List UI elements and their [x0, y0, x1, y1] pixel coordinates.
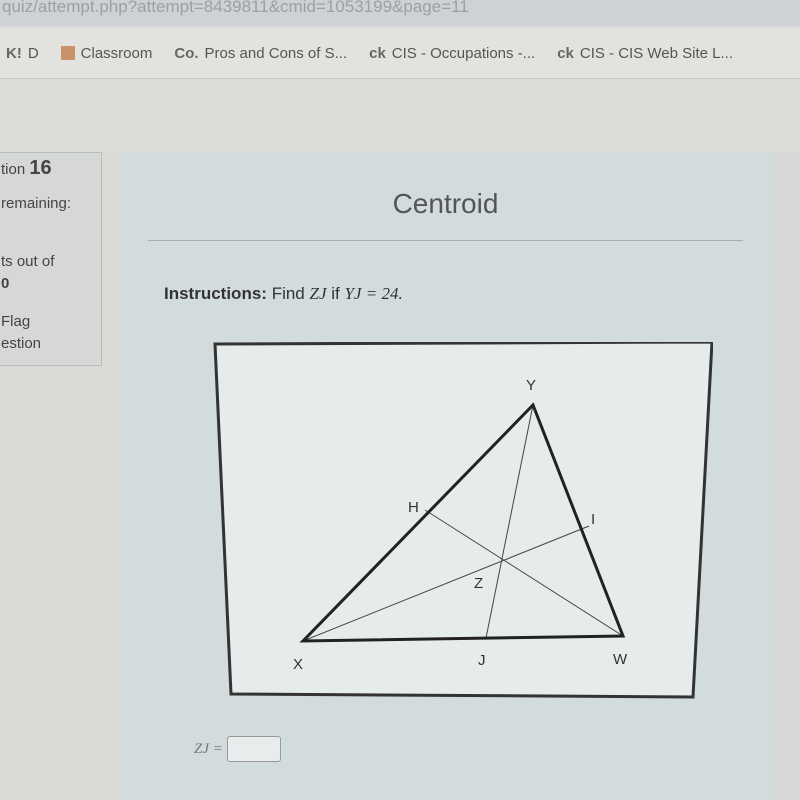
instructions-text: Find: [271, 284, 305, 303]
bookmark-cis-web[interactable]: ck CIS - CIS Web Site L...: [557, 45, 733, 62]
points-value: 0: [1, 275, 10, 292]
math-var: ZJ: [309, 284, 327, 303]
instructions-if: if: [331, 284, 340, 303]
page-gap: [0, 79, 800, 151]
question-info: tion 16 remaining: ts out of 0 Flag esti…: [0, 152, 102, 366]
classroom-icon: [60, 46, 75, 60]
bookmark-classroom[interactable]: Classroom: [60, 44, 153, 62]
label-z: Z: [474, 575, 483, 592]
bookmark-label: Pros and Cons of S...: [204, 44, 348, 62]
bookmark-label: CIS - Occupations -...: [391, 44, 536, 62]
bookmark-label: D: [27, 44, 39, 62]
figure-frame: [213, 342, 713, 699]
answer-label: ZJ =: [194, 740, 223, 757]
label-h: H: [408, 499, 419, 516]
time-remaining: remaining:: [1, 195, 72, 212]
bookmark-label: Classroom: [80, 44, 153, 62]
co-icon: Co.: [174, 44, 199, 62]
math-expr: YJ = 24.: [344, 284, 403, 303]
ck-icon: ck: [557, 44, 574, 62]
bookmarks-bar: K! D Classroom Co. Pros and Cons of S... c…: [0, 28, 800, 79]
answer-row: ZJ =: [194, 736, 281, 762]
label-x: X: [293, 656, 303, 673]
label-i: I: [591, 511, 595, 528]
question-number: 16: [29, 157, 52, 179]
label-j: J: [478, 652, 486, 669]
answer-input[interactable]: [226, 736, 281, 762]
question-panel: Centroid Instructions: Find ZJ if YJ = 2…: [118, 152, 773, 800]
label-w: W: [613, 651, 628, 668]
instructions: Instructions: Find ZJ if YJ = 24.: [164, 284, 403, 304]
flag-question[interactable]: Flag: [1, 313, 30, 330]
bookmark-kahoot[interactable]: K! D: [6, 45, 39, 62]
divider: [148, 240, 743, 241]
right-margin: [773, 152, 800, 800]
points-label: ts out of: [1, 253, 55, 270]
address-bar[interactable]: quiz/attempt.php?attempt=8439811&cmid=10…: [0, 0, 800, 26]
label-y: Y: [526, 377, 536, 394]
flag-question-label[interactable]: estion: [1, 335, 41, 352]
kahoot-icon: K!: [6, 44, 22, 62]
bookmark-cis-occupations[interactable]: ck CIS - Occupations -...: [369, 45, 535, 62]
question-title: Centroid: [392, 188, 499, 219]
bookmark-pros-cons[interactable]: Co. Pros and Cons of S...: [174, 45, 347, 62]
triangle-figure: Y H I Z X J W: [213, 342, 713, 699]
instructions-label: Instructions:: [164, 284, 267, 303]
bookmark-label: CIS - CIS Web Site L...: [579, 44, 733, 62]
ck-icon: ck: [369, 44, 386, 62]
question-label: tion: [1, 161, 26, 178]
